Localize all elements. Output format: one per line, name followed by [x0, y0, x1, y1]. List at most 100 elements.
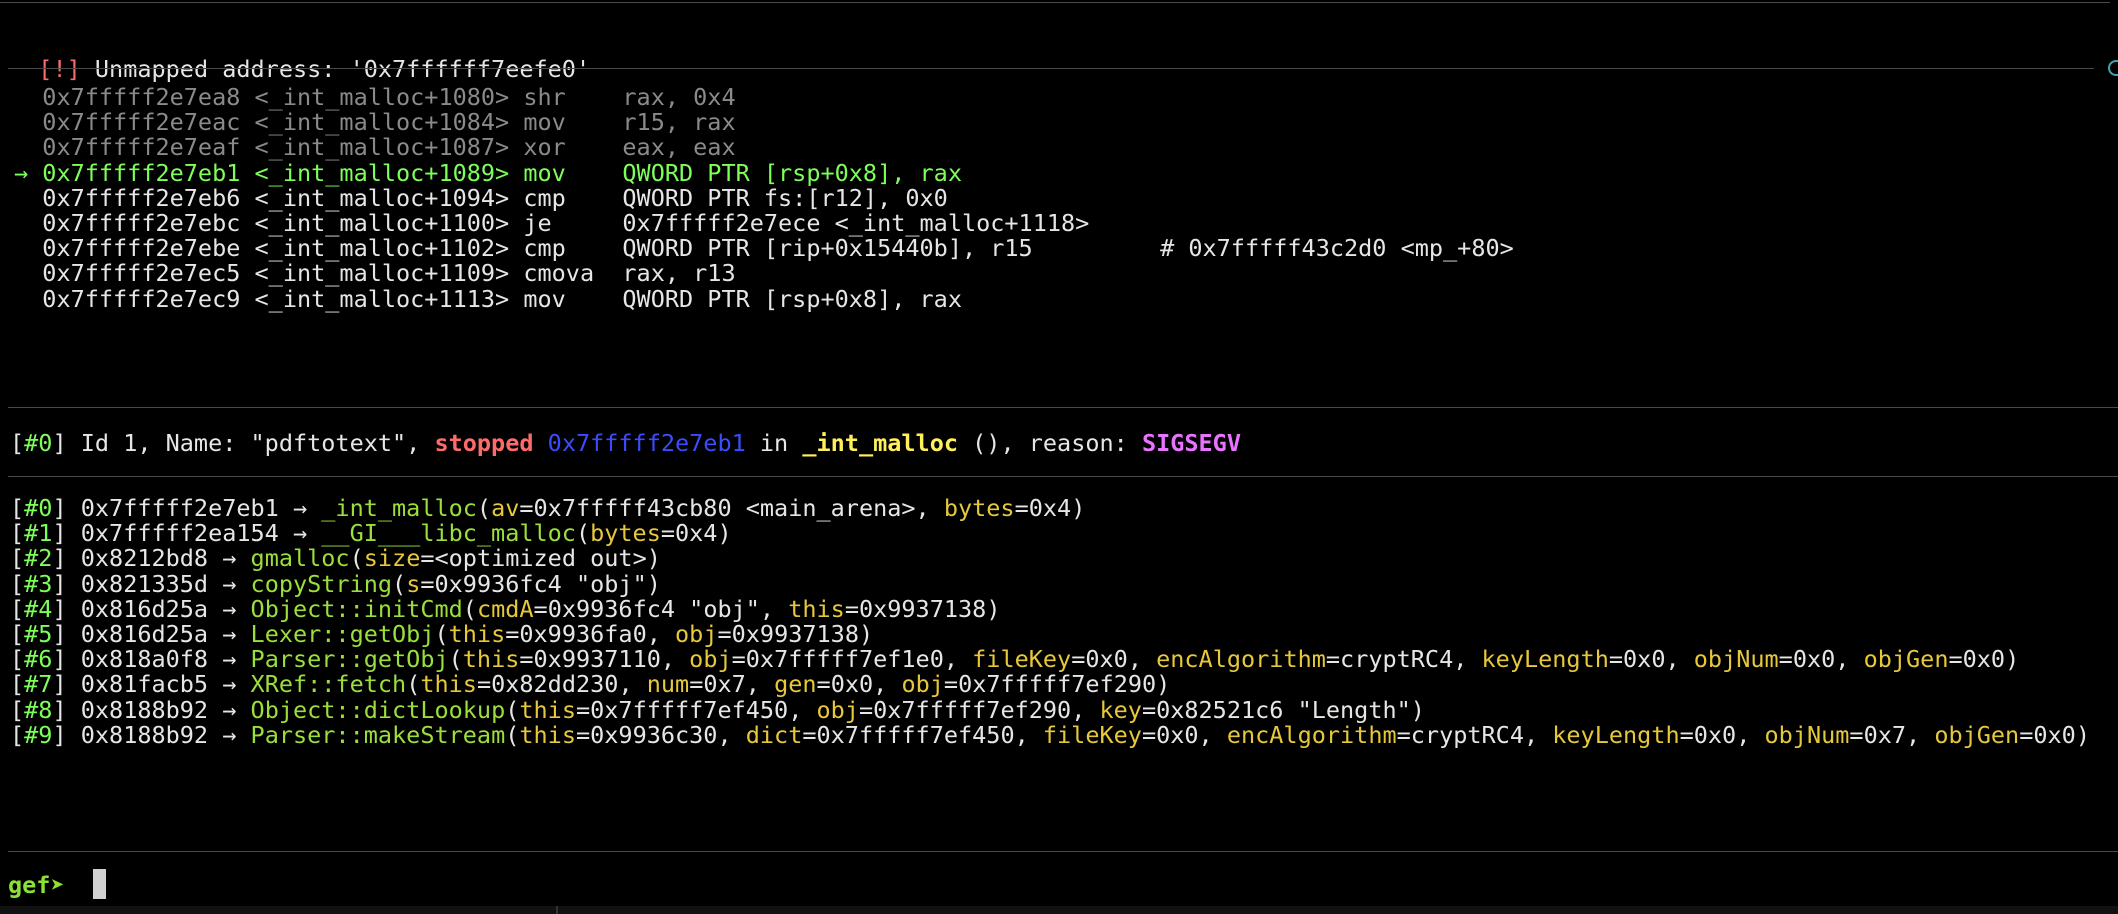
frame-arg-value: 0x9936c30 — [590, 720, 718, 749]
frame-arg-name: this — [448, 620, 506, 648]
thread-paren: () — [972, 429, 1001, 457]
current-instruction-arrow-icon — [14, 133, 42, 161]
instruction-opcode: mov — [523, 158, 595, 187]
frame-arg-value: 0x0 — [1693, 720, 1737, 749]
frame-address: 0x818a0f8 — [80, 645, 209, 674]
instruction-opcode: mov — [523, 284, 595, 313]
frame-arg-name: gen — [774, 670, 817, 699]
frame-function: Parser::makeStream — [250, 720, 506, 749]
instruction-opcode: cmp — [523, 183, 595, 212]
frame-arg-value: 0x0 — [1156, 720, 1199, 749]
frame-address: 0x81facb5 — [80, 670, 209, 699]
frame-index: #5 — [24, 620, 53, 648]
pane-divider[interactable] — [556, 906, 558, 914]
frame-arg-name: obj — [675, 620, 718, 648]
frame-function: copyString — [250, 569, 393, 598]
frame-arg-value: 0x7fffff7ef290 — [958, 670, 1157, 699]
frame-arg-value: 0x0 — [830, 670, 874, 699]
instruction-operands: QWORD PTR [rip+0x15440b], r15 — [622, 234, 1033, 263]
frame-arg-name: keyLength — [1552, 720, 1680, 749]
frame-arg-name: this — [519, 695, 576, 724]
frame-arg-value: 0x0 — [1792, 645, 1836, 674]
instruction-symbol: <_int_malloc+1089> — [254, 158, 510, 187]
instruction-symbol: <_int_malloc+1094> — [254, 183, 510, 212]
instruction-symbol: <_int_malloc+1102> — [254, 234, 510, 263]
instruction-symbol: <_int_malloc+1113> — [254, 284, 510, 313]
frame-function: Parser::getObj — [250, 645, 449, 674]
instruction-address: 0x7fffff2e7eac — [42, 108, 241, 137]
backtrace-frame: [#1] 0x7fffff2ea154 → __GI___libc_malloc… — [10, 519, 732, 548]
backtrace-frame: [#2] 0x8212bd8 → gmalloc(size=<optimized… — [10, 544, 661, 573]
frame-arg-name: obj — [901, 670, 944, 699]
thread-status-line: [#0] Id 1, Name: "pdftotext", stopped 0x… — [10, 429, 1241, 457]
prompt-line[interactable]: gef➤ — [8, 868, 106, 902]
frame-arg-name: dict — [745, 720, 803, 749]
frame-address: 0x7fffff2ea154 — [80, 519, 279, 548]
frame-arg-name: bytes — [590, 519, 661, 548]
frame-arg-value: 0x0 — [1623, 645, 1666, 674]
code-line: 0x7fffff2e7eac <_int_malloc+1084> mov r1… — [14, 108, 736, 137]
warning-line: [!] Unmapped address: '0x7ffffff7eefe0' — [10, 18, 590, 83]
instruction-operands: rax, r13 — [622, 259, 736, 288]
thread-reason: SIGSEGV — [1141, 429, 1241, 457]
prompt-label: gef➤ — [8, 871, 65, 899]
frame-arg-name: this — [420, 670, 477, 699]
instruction-opcode: cmova — [523, 259, 595, 288]
thread-function: _int_malloc — [802, 429, 958, 457]
frame-arg-name: this — [519, 720, 576, 749]
frame-address: 0x816d25a — [80, 594, 209, 623]
frame-arg-name: fileKey — [1042, 720, 1142, 749]
code-line: 0x7fffff2e7ea8 <_int_malloc+1080> shr ra… — [14, 83, 735, 111]
current-instruction-arrow-icon — [14, 209, 42, 237]
frame-index: #8 — [24, 695, 53, 724]
instruction-operands: eax, eax — [622, 133, 736, 162]
frame-arg-value: 0x7fffff43cb80 <main_arena> — [533, 494, 916, 522]
thread-reason-label: , reason: — [1000, 429, 1142, 457]
frame-arg-value: cryptRC4 — [1340, 645, 1454, 674]
frame-arg-name: av — [491, 494, 520, 522]
frame-arg-value: 0x9936fc4 "obj" — [434, 569, 647, 598]
frame-arg-value: 0x4 — [1028, 494, 1072, 522]
current-instruction-arrow-icon — [14, 285, 42, 313]
instruction-opcode: xor — [523, 133, 595, 162]
instruction-symbol: <_int_malloc+1087> — [254, 133, 510, 162]
instruction-symbol: <_int_malloc+1109> — [254, 259, 510, 288]
frame-arg-name: fileKey — [972, 645, 1072, 674]
backtrace-frame: [#4] 0x816d25a → Object::initCmd(cmdA=0x… — [10, 594, 1001, 623]
prompt-separator — [8, 851, 2118, 852]
text-cursor[interactable] — [92, 869, 106, 899]
frame-arg-name: obj — [816, 695, 859, 724]
frame-arg-value: 0x9937138 — [731, 620, 859, 648]
current-instruction-arrow-icon: → — [14, 158, 43, 187]
frame-address: 0x8188b92 — [80, 720, 209, 749]
frame-arg-value: 0x7fffff7ef450 — [590, 695, 789, 724]
instruction-operands: r15, rax — [622, 108, 736, 137]
thread-section-separator — [8, 407, 2118, 408]
instruction-address: 0x7fffff2e7eb1 — [42, 158, 241, 187]
frame-arg-value: 0x7fffff7ef1e0 — [745, 645, 944, 674]
frame-arg-value: 0x7fffff7ef290 — [873, 695, 1072, 724]
current-instruction-arrow-icon — [14, 83, 42, 111]
warning-flag: [!] — [38, 55, 81, 83]
frame-function: _int_malloc — [321, 494, 477, 522]
frame-arg-value: cryptRC4 — [1410, 720, 1524, 749]
frame-arg-name: objNum — [1764, 720, 1850, 749]
frame-address: 0x816d25a — [80, 620, 209, 648]
frame-function: Object::dictLookup — [250, 695, 506, 724]
frame-arg-name: s — [406, 569, 421, 598]
code-line: → 0x7fffff2e7eb1 <_int_malloc+1089> mov … — [14, 158, 962, 187]
instruction-address: 0x7fffff2e7ec9 — [42, 284, 241, 313]
frame-arg-value: 0x4 — [675, 519, 718, 548]
frame-index: #9 — [24, 720, 53, 749]
frame-arg-name: size — [363, 544, 421, 573]
frame-index: #1 — [24, 519, 53, 548]
instruction-opcode: shr — [523, 83, 595, 111]
current-instruction-arrow-icon — [14, 234, 42, 262]
frame-arg-name: objGen — [1863, 645, 1949, 674]
top-border — [0, 2, 2110, 3]
instruction-operands: QWORD PTR fs:[r12], 0x0 — [622, 183, 948, 212]
frame-arg-value: 0x9936fc4 "obj" — [547, 594, 760, 623]
frame-arg-value: 0x9936fa0 — [519, 620, 647, 648]
frame-function: gmalloc — [250, 544, 350, 573]
frame-arg-name: key — [1099, 695, 1142, 724]
